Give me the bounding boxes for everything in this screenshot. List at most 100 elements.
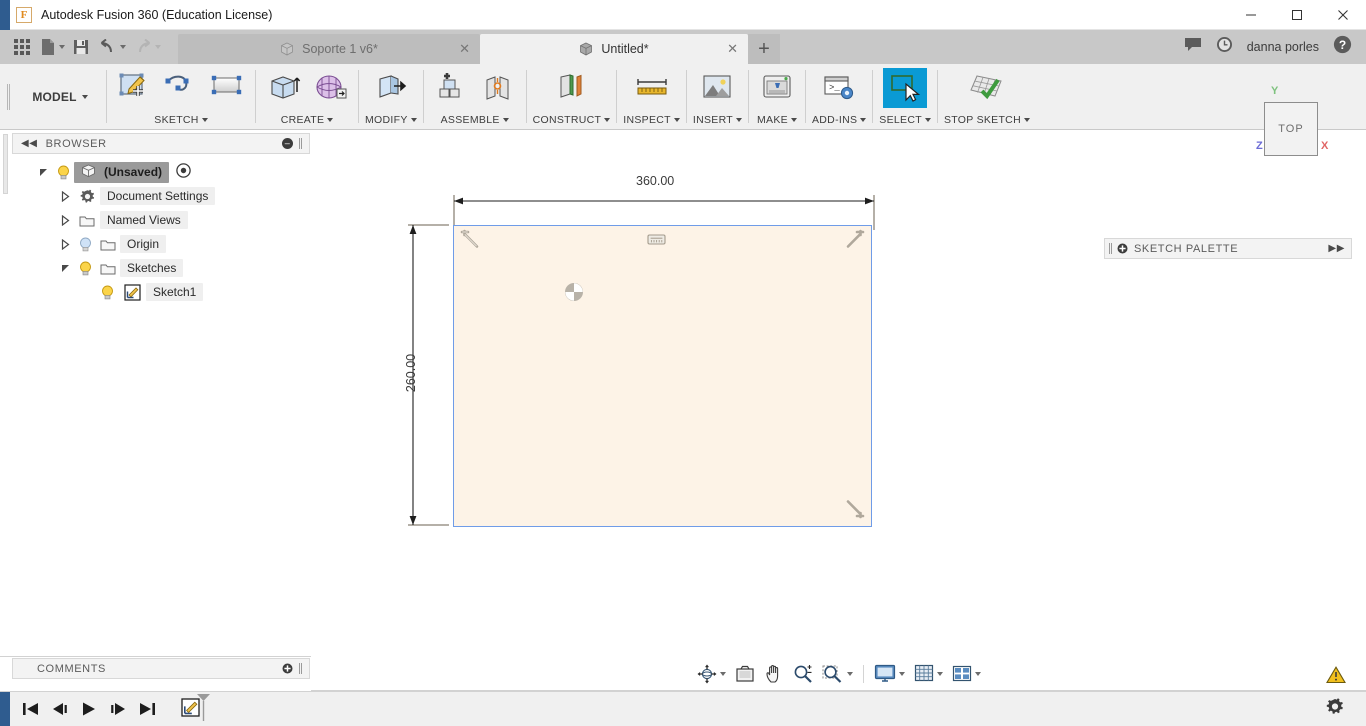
collapse-left-icon[interactable]: ◀◀ (13, 138, 46, 149)
panel-resize-grip[interactable] (299, 138, 300, 149)
lightbulb-icon[interactable] (96, 285, 118, 300)
rail-scroll-handle[interactable] (3, 134, 8, 194)
sketch-rectangle[interactable] (453, 225, 872, 527)
ribbon-panel-label-stop-sketch[interactable]: STOP SKETCH (944, 114, 1030, 129)
tree-item-sketch1[interactable]: Sketch1 (146, 283, 204, 301)
tree-row[interactable]: Origin (12, 232, 310, 256)
expander-closed-icon[interactable] (56, 190, 74, 202)
play-button[interactable] (80, 701, 98, 717)
ribbon-panel-label-inspect[interactable]: INSPECT (623, 114, 680, 129)
clock-icon[interactable] (1216, 36, 1233, 58)
comments-icon[interactable] (1184, 37, 1202, 57)
horizontal-dimension-graphic[interactable] (446, 190, 916, 230)
zoom-window-button[interactable] (818, 661, 857, 687)
tree-item-unsaved[interactable]: (Unsaved) (74, 161, 170, 183)
step-forward-button[interactable] (109, 701, 127, 717)
save-button[interactable] (69, 34, 93, 60)
expander-closed-icon[interactable] (56, 238, 74, 250)
tree-item-origin[interactable]: Origin (120, 235, 167, 253)
expand-right-icon[interactable]: ▶▶ (1328, 243, 1345, 254)
target-icon[interactable] (176, 163, 191, 181)
ribbon-panel-label-assemble[interactable]: ASSEMBLE (430, 114, 520, 129)
3d-print-tool[interactable] (755, 68, 799, 108)
new-file-button[interactable] (36, 34, 67, 60)
close-button[interactable] (1320, 0, 1366, 30)
revolve-tool[interactable] (308, 68, 352, 108)
perpendicular-constraint-icon[interactable] (844, 497, 866, 524)
document-tab-untitled[interactable]: Untitled* ✕ (480, 34, 748, 64)
ribbon-panel-label-construct[interactable]: CONSTRUCT (533, 114, 611, 129)
display-settings-button[interactable] (870, 661, 909, 687)
workspace-selector[interactable]: MODEL (14, 64, 106, 129)
expander-closed-icon[interactable] (56, 214, 74, 226)
offset-plane-tool[interactable] (549, 68, 593, 108)
user-name[interactable]: danna porles (1247, 40, 1319, 54)
perpendicular-constraint-icon[interactable] (844, 229, 866, 256)
lightbulb-icon[interactable] (74, 237, 96, 252)
ribbon-panel-label-make[interactable]: MAKE (755, 114, 799, 129)
tree-item-document-settings[interactable]: Document Settings (100, 187, 216, 205)
redo-button[interactable] (130, 34, 163, 60)
view-cube[interactable]: TOP Y X Z (1242, 80, 1342, 175)
tree-row[interactable]: Document Settings (12, 184, 310, 208)
lightbulb-icon[interactable] (52, 165, 74, 180)
origin-point-icon[interactable] (564, 282, 584, 307)
spline-tool[interactable] (159, 68, 203, 108)
joint-tool[interactable] (476, 68, 520, 108)
expander-open-icon[interactable] (34, 168, 52, 176)
tree-item-named-views[interactable]: Named Views (100, 211, 188, 229)
timeline-feature-sketch1[interactable] (181, 693, 211, 726)
maximize-button[interactable] (1274, 0, 1320, 30)
panel-resize-grip[interactable] (299, 663, 300, 674)
close-icon[interactable]: ✕ (727, 41, 738, 57)
go-to-beginning-button[interactable] (22, 701, 40, 717)
minimize-button[interactable] (1228, 0, 1274, 30)
timeline-settings-icon[interactable] (1326, 698, 1344, 721)
orbit-button[interactable] (693, 661, 730, 687)
press-pull-tool[interactable] (369, 68, 413, 108)
panel-resize-grip[interactable] (1109, 243, 1110, 254)
extrude-tool[interactable] (262, 68, 306, 108)
canvas-viewport[interactable]: TOP Y X Z 360.00 260.00 (311, 85, 1366, 656)
look-at-button[interactable] (731, 661, 759, 687)
ribbon-panel-label-modify[interactable]: MODIFY (365, 114, 417, 129)
pin-icon[interactable] (1117, 243, 1128, 254)
vertical-dimension-label[interactable]: 260.00 (404, 343, 418, 403)
add-comment-icon[interactable] (282, 663, 293, 674)
perpendicular-constraint-icon[interactable] (459, 229, 481, 256)
scripts-addins-tool[interactable]: >_ (817, 68, 861, 108)
tree-row[interactable]: Named Views (12, 208, 310, 232)
show-data-panel-button[interactable] (10, 34, 34, 60)
grid-snaps-button[interactable] (910, 661, 947, 687)
ribbon-grip[interactable] (0, 64, 14, 129)
insert-tool[interactable] (695, 68, 739, 108)
tree-row[interactable]: (Unsaved) (12, 160, 310, 184)
tree-row[interactable]: Sketches (12, 256, 310, 280)
step-back-button[interactable] (51, 701, 69, 717)
tree-row[interactable]: Sketch1 (12, 280, 310, 304)
expander-open-icon[interactable] (56, 264, 74, 272)
ribbon-panel-label-insert[interactable]: INSERT (693, 114, 742, 129)
select-tool[interactable] (883, 68, 928, 108)
stop-sketch-tool[interactable] (965, 68, 1009, 108)
lightbulb-icon[interactable] (74, 261, 96, 276)
viewports-button[interactable] (948, 661, 985, 687)
measure-tool[interactable] (630, 68, 674, 108)
rectangle-tool[interactable] (205, 68, 249, 108)
help-icon[interactable]: ? (1333, 35, 1352, 59)
new-tab-button[interactable]: + (748, 34, 780, 64)
new-component-tool[interactable] (430, 68, 474, 108)
pan-button[interactable] (760, 661, 788, 687)
minimize-panel-icon[interactable]: – (282, 138, 293, 149)
warning-icon[interactable] (1326, 666, 1346, 689)
ribbon-panel-label-addins[interactable]: ADD-INS (812, 114, 867, 129)
create-sketch-tool[interactable] (113, 68, 157, 108)
zoom-button[interactable] (789, 661, 817, 687)
ribbon-panel-label-sketch[interactable]: SKETCH (113, 114, 249, 129)
undo-button[interactable] (95, 34, 128, 60)
close-icon[interactable]: ✕ (459, 41, 470, 57)
ribbon-panel-label-create[interactable]: CREATE (262, 114, 352, 129)
horizontal-constraint-icon[interactable] (647, 232, 666, 250)
go-to-end-button[interactable] (138, 701, 156, 717)
ribbon-panel-label-select[interactable]: SELECT (879, 114, 931, 129)
